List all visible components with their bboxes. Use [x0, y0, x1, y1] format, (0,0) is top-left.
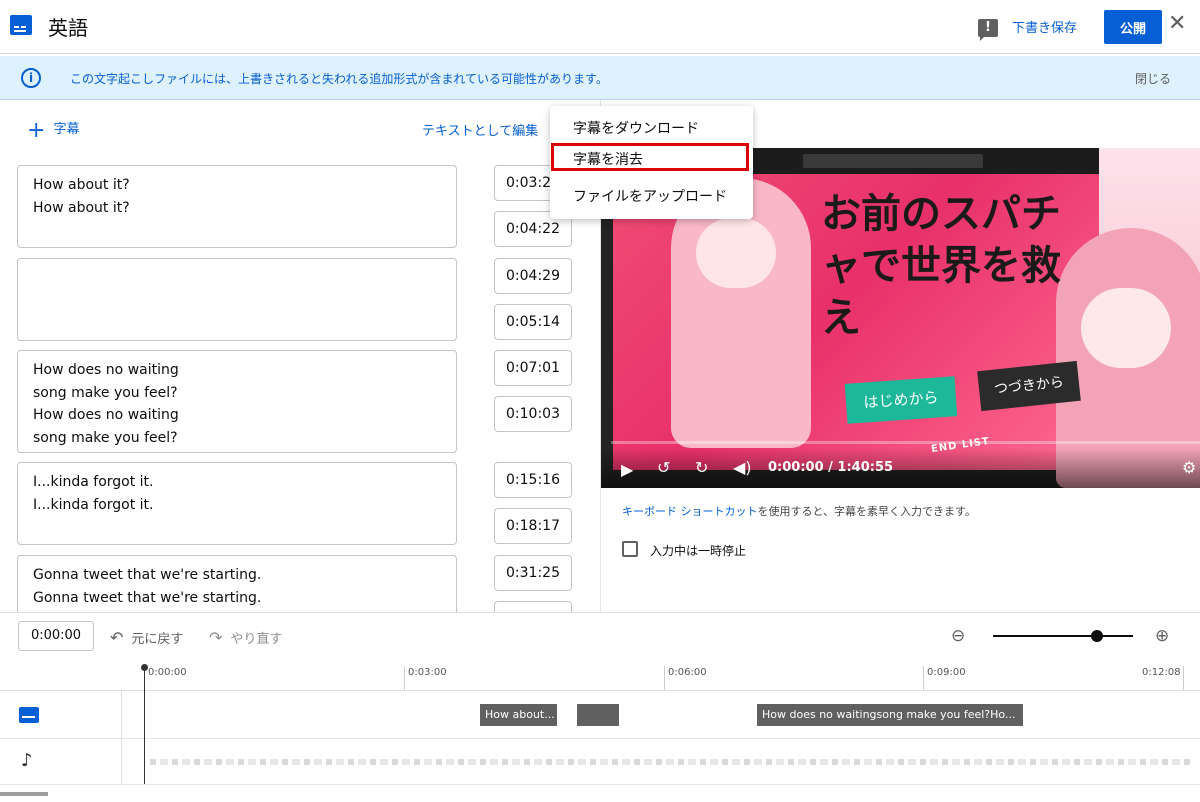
timeline-subtitle-block[interactable]: How does no waitingsong make you feel?Ho…	[757, 704, 1023, 726]
redo-button[interactable]: ↷ やり直す	[209, 628, 282, 647]
ruler-divider	[0, 690, 1200, 691]
cue-line: song make you feel?	[33, 429, 178, 446]
horizontal-scrollbar[interactable]	[0, 792, 48, 796]
ruler-tick	[1183, 666, 1184, 690]
cue-text-input[interactable]: I...kinda forgot it. I...kinda forgot it…	[17, 462, 457, 545]
keyboard-shortcuts-link[interactable]: キーボード ショートカット	[622, 505, 758, 518]
cue-text-input[interactable]	[17, 258, 457, 341]
cue-line: How does no waiting	[33, 407, 179, 423]
add-subtitle-button[interactable]: + 字幕	[27, 118, 79, 143]
playhead-handle[interactable]	[141, 664, 148, 671]
volume-icon[interactable]: ◀)	[733, 458, 752, 477]
cue-text-input[interactable]: How about it? How about it?	[17, 165, 457, 248]
current-time-input[interactable]: 0:00:00	[18, 621, 94, 651]
cue-end-time[interactable]: 0:18:17	[494, 508, 572, 544]
cue-start-time[interactable]: 0:04:29	[494, 258, 572, 294]
options-menu: 字幕をダウンロード 字幕を消去 ファイルをアップロード	[550, 106, 753, 219]
zoom-slider-thumb[interactable]	[1091, 630, 1103, 642]
cue-text-input[interactable]: Gonna tweet that we're starting. Gonna t…	[17, 555, 457, 612]
ruler-tick-label: 0:03:00	[408, 667, 447, 678]
banner-dismiss-button[interactable]: 閉じる	[1135, 70, 1171, 87]
ruler-tick-label: 0:12:08	[1142, 667, 1181, 678]
cue-end-time[interactable]: 0:10:03	[494, 396, 572, 432]
pause-while-typing-label: 入力中は一時停止	[650, 544, 747, 558]
audio-waveform	[150, 759, 1190, 765]
cue-line: song make you feel?	[33, 384, 178, 401]
character-right-face	[1081, 288, 1171, 368]
playhead[interactable]	[144, 666, 145, 784]
undo-label: 元に戻す	[131, 632, 184, 647]
forward-10-icon[interactable]: ↻	[695, 458, 708, 477]
timeline-subtitle-block[interactable]: How about...	[480, 704, 557, 726]
zoom-out-icon[interactable]: ⊖	[951, 626, 965, 646]
cue-end-time[interactable]	[494, 601, 572, 612]
shortcut-hint-rest: を使用すると、字幕を素早く入力できます。	[757, 505, 976, 518]
zoom-slider[interactable]	[993, 635, 1133, 637]
cue-start-time[interactable]: 0:15:16	[494, 462, 572, 498]
cue-line: Gonna tweet that we're starting.	[33, 589, 262, 606]
banner-message: この文字起こしファイルには、上書きされると失われる追加形式が含まれている可能性が…	[70, 72, 608, 86]
cue-end-time[interactable]: 0:05:14	[494, 304, 572, 340]
save-draft-button[interactable]: 下書き保存	[1012, 17, 1077, 36]
zoom-in-icon[interactable]: ⊕	[1155, 626, 1169, 646]
redo-icon: ↷	[209, 628, 223, 647]
plus-icon: +	[27, 118, 46, 143]
cue-line: How does no waiting	[33, 362, 179, 378]
info-icon: i	[21, 68, 41, 88]
cue-line: Gonna tweet that we're starting.	[33, 567, 262, 583]
info-banner: i この文字起こしファイルには、上書きされると失われる追加形式が含まれている可能…	[0, 56, 1200, 100]
video-controls	[601, 448, 1200, 488]
music-note-icon: ♪	[21, 750, 33, 771]
menu-delete-subtitles[interactable]: 字幕を消去	[573, 149, 643, 169]
cue-start-time[interactable]: 0:07:01	[494, 350, 572, 386]
play-icon[interactable]: ▶	[621, 460, 633, 479]
menu-download-subtitles[interactable]: 字幕をダウンロード	[573, 118, 699, 138]
video-browser-search	[803, 154, 983, 168]
cue-line: How about it?	[33, 199, 130, 216]
page-title: 英語	[48, 16, 88, 40]
shortcut-hint: キーボード ショートカットを使用すると、字幕を素早く入力できます。	[622, 503, 976, 519]
subtitles-track-icon	[19, 707, 39, 723]
menu-upload-file[interactable]: ファイルをアップロード	[573, 186, 727, 206]
rewind-10-icon[interactable]: ↺	[657, 458, 670, 477]
track-divider	[0, 738, 1200, 739]
redo-label: やり直す	[230, 632, 283, 647]
ruler-tick-label: 0:06:00	[668, 667, 707, 678]
ruler-tick-label: 0:00:00	[148, 667, 187, 678]
video-progress-bar[interactable]	[611, 441, 1200, 444]
track-divider	[0, 784, 1200, 785]
timeline-subtitle-block[interactable]	[577, 704, 619, 726]
publish-button[interactable]: 公開	[1104, 10, 1162, 44]
ruler-tick-label: 0:09:00	[927, 667, 966, 678]
cue-line: I...kinda forgot it.	[33, 496, 154, 513]
cue-text-input[interactable]: How does no waiting song make you feel? …	[17, 350, 457, 453]
cue-start-time[interactable]: 0:31:25	[494, 555, 572, 591]
toolbar-divider	[0, 612, 1200, 613]
add-subtitle-label: 字幕	[53, 122, 80, 137]
settings-gear-icon[interactable]: ⚙	[1182, 458, 1196, 477]
video-title-art: お前のスパチャで世界を救え	[821, 191, 1061, 341]
undo-button[interactable]: ↶ 元に戻す	[110, 628, 183, 647]
close-icon[interactable]: ✕	[1168, 11, 1186, 36]
cue-line: I...kinda forgot it.	[33, 474, 154, 490]
cue-line: How about it?	[33, 177, 130, 193]
start-over-sign: はじめから	[844, 376, 958, 424]
undo-icon: ↶	[110, 628, 124, 647]
header: 英語 ! 下書き保存 公開 ✕	[0, 0, 1200, 54]
edit-as-text-button[interactable]: テキストとして編集	[422, 120, 538, 139]
character-left-face	[696, 218, 776, 288]
pause-while-typing-checkbox[interactable]	[622, 541, 638, 557]
video-time-display: 0:00:00 / 1:40:55	[768, 460, 894, 475]
subtitles-icon	[10, 15, 32, 35]
feedback-icon[interactable]: !	[978, 19, 998, 41]
